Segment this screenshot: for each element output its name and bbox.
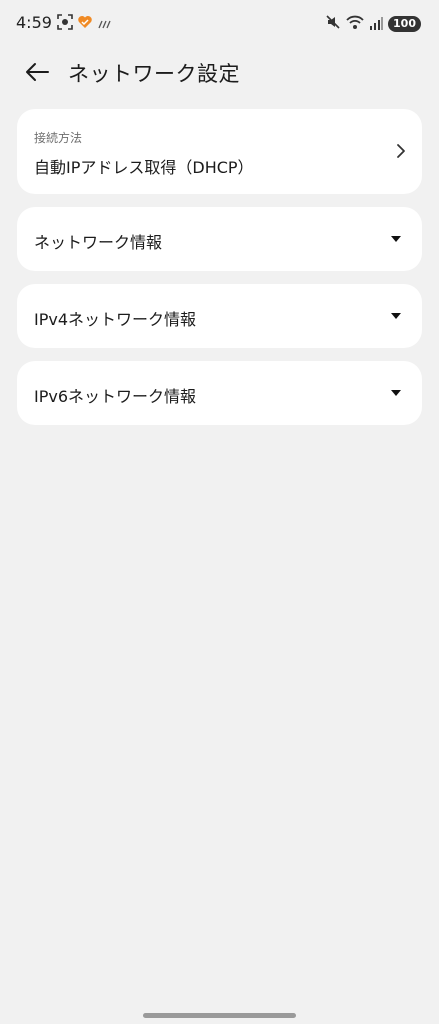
ipv6-info-section[interactable]: IPv6ネットワーク情報 bbox=[17, 361, 422, 425]
network-info-label: ネットワーク情報 bbox=[34, 233, 163, 252]
page-title: ネットワーク設定 bbox=[68, 62, 240, 86]
status-time: 4:59 bbox=[16, 13, 52, 32]
signal-icon bbox=[369, 15, 384, 34]
caret-down-icon bbox=[391, 236, 401, 242]
connection-method-value: 自動IPアドレス取得（DHCP） bbox=[34, 158, 254, 177]
caret-down-icon bbox=[391, 313, 401, 319]
back-arrow-icon bbox=[26, 63, 49, 81]
caret-down-icon bbox=[391, 390, 401, 396]
data-activity-icon bbox=[97, 15, 113, 34]
ipv4-info-section[interactable]: IPv4ネットワーク情報 bbox=[17, 284, 422, 348]
battery-icon: 100 bbox=[388, 16, 421, 32]
screenshot-icon bbox=[57, 14, 73, 34]
home-indicator[interactable] bbox=[143, 1013, 296, 1018]
header: ネットワーク設定 bbox=[0, 52, 439, 92]
heart-app-icon bbox=[77, 14, 93, 34]
ipv4-info-label: IPv4ネットワーク情報 bbox=[34, 310, 197, 329]
connection-method-item[interactable]: 接続方法 自動IPアドレス取得（DHCP） bbox=[17, 109, 422, 194]
ipv6-info-label: IPv6ネットワーク情報 bbox=[34, 387, 197, 406]
connection-method-label: 接続方法 bbox=[34, 131, 83, 145]
wifi-icon bbox=[346, 14, 364, 34]
chevron-right-icon bbox=[397, 144, 405, 158]
network-info-section[interactable]: ネットワーク情報 bbox=[17, 207, 422, 271]
vibrate-mute-icon bbox=[325, 14, 341, 34]
status-left-icons bbox=[57, 14, 113, 34]
status-bar: 4:59 100 bbox=[0, 0, 439, 46]
status-right-icons: 100 bbox=[325, 14, 421, 34]
back-button[interactable] bbox=[24, 60, 52, 84]
